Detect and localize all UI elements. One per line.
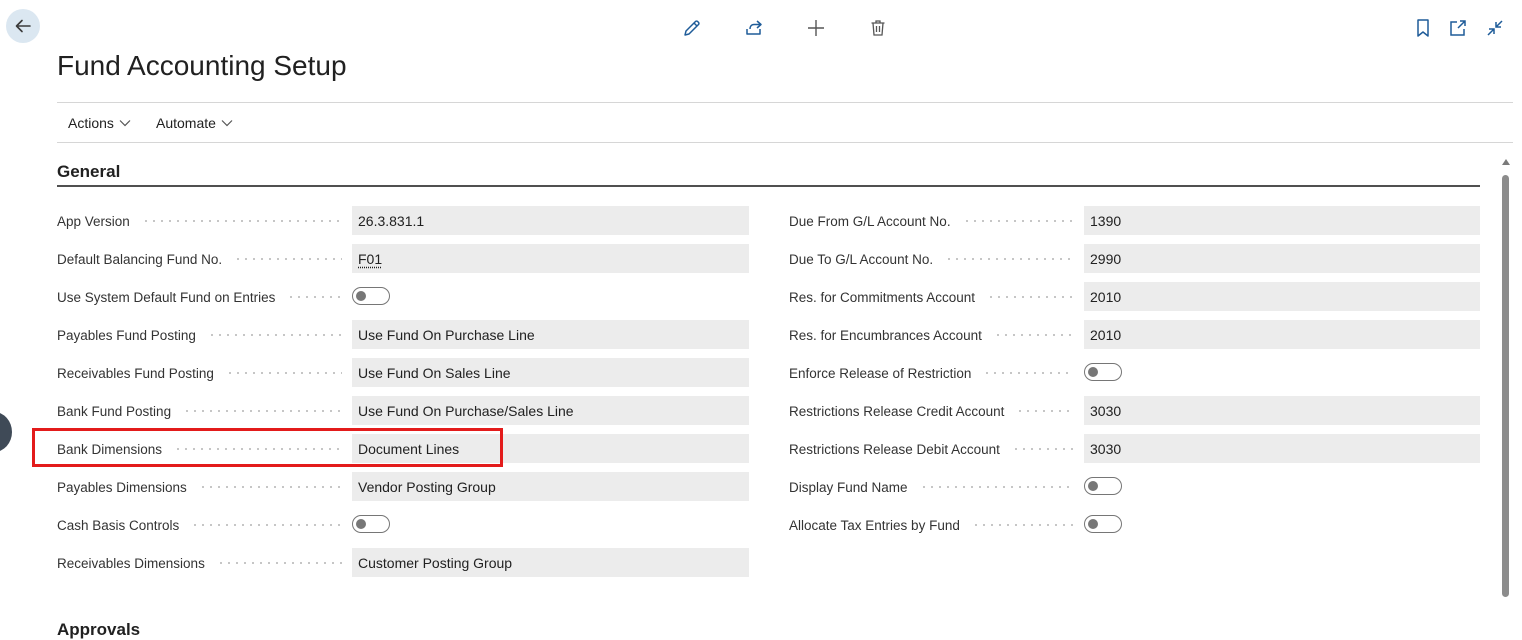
collapse-icon[interactable] (1483, 16, 1507, 40)
toggle-enforce-release[interactable] (1084, 363, 1122, 381)
field-label-bank-fund-posting: Bank Fund Posting (57, 401, 352, 421)
field-res-commitments[interactable]: 2010 (1084, 282, 1480, 311)
open-new-window-icon[interactable] (1446, 16, 1470, 40)
action-bar: Actions Automate (57, 102, 1513, 143)
edit-icon[interactable] (680, 16, 704, 40)
field-label-res-commitments: Res. for Commitments Account (789, 287, 1084, 307)
toggle-cash-basis-controls[interactable] (352, 515, 390, 533)
toggle-knob (1088, 519, 1098, 529)
field-label-receivables-fund-posting: Receivables Fund Posting (57, 363, 352, 383)
field-label-due-to-gl: Due To G/L Account No. (789, 249, 1084, 269)
share-icon[interactable] (742, 16, 766, 40)
field-label-release-debit: Restrictions Release Debit Account (789, 439, 1084, 459)
toggle-use-system-default-fund[interactable] (352, 287, 390, 305)
field-bank-fund-posting[interactable]: Use Fund On Purchase/Sales Line (352, 396, 749, 425)
field-label-payables-dimensions: Payables Dimensions (57, 477, 352, 497)
field-payables-dimensions[interactable]: Vendor Posting Group (352, 472, 749, 501)
toggle-knob (1088, 481, 1098, 491)
chevron-down-icon (221, 119, 233, 126)
field-label-display-fund-name: Display Fund Name (789, 477, 1084, 497)
delete-icon[interactable] (866, 16, 890, 40)
field-label-receivables-dimensions: Receivables Dimensions (57, 553, 352, 573)
toggle-allocate-tax[interactable] (1084, 515, 1122, 533)
field-label-res-encumbrances: Res. for Encumbrances Account (789, 325, 1084, 345)
field-label-use-system-default-fund: Use System Default Fund on Entries (57, 287, 352, 307)
page-title: Fund Accounting Setup (57, 50, 347, 81)
field-label-payables-fund-posting: Payables Fund Posting (57, 325, 352, 345)
field-release-debit[interactable]: 3030 (1084, 434, 1480, 463)
toggle-knob (356, 519, 366, 529)
field-payables-fund-posting[interactable]: Use Fund On Purchase Line (352, 320, 749, 349)
section-title-general[interactable]: General (57, 162, 120, 182)
field-default-balancing-fund[interactable]: F01 (352, 244, 749, 273)
automate-menu-label: Automate (156, 114, 216, 131)
field-res-encumbrances[interactable]: 2010 (1084, 320, 1480, 349)
back-button[interactable] (6, 9, 40, 43)
scrollbar-thumb[interactable] (1502, 175, 1509, 597)
field-label-app-version: App Version (57, 211, 352, 231)
field-bank-dimensions[interactable]: Document Lines (352, 434, 749, 463)
actions-menu[interactable]: Actions (68, 103, 131, 142)
chevron-down-icon (119, 119, 131, 126)
field-label-allocate-tax: Allocate Tax Entries by Fund (789, 515, 1084, 535)
field-due-from-gl[interactable]: 1390 (1084, 206, 1480, 235)
field-due-to-gl[interactable]: 2990 (1084, 244, 1480, 273)
field-label-release-credit: Restrictions Release Credit Account (789, 401, 1084, 421)
arrow-left-icon (15, 19, 31, 33)
actions-menu-label: Actions (68, 114, 114, 131)
field-label-enforce-release: Enforce Release of Restriction (789, 363, 1084, 383)
toggle-knob (1088, 367, 1098, 377)
field-label-bank-dimensions: Bank Dimensions (57, 439, 352, 459)
vertical-scrollbar[interactable] (1500, 155, 1512, 600)
field-label-cash-basis-controls: Cash Basis Controls (57, 515, 352, 535)
side-panel-handle[interactable] (0, 412, 12, 452)
field-receivables-dimensions[interactable]: Customer Posting Group (352, 548, 749, 577)
field-app-version[interactable]: 26.3.831.1 (352, 206, 749, 235)
field-release-credit[interactable]: 3030 (1084, 396, 1480, 425)
bookmark-icon[interactable] (1411, 16, 1435, 40)
section-divider (57, 185, 1480, 187)
field-label-due-from-gl: Due From G/L Account No. (789, 211, 1084, 231)
section-title-approvals[interactable]: Approvals (57, 620, 140, 640)
scroll-up-arrow-icon[interactable] (1502, 159, 1510, 165)
toggle-knob (356, 291, 366, 301)
automate-menu[interactable]: Automate (156, 103, 233, 142)
field-label-default-balancing-fund: Default Balancing Fund No. (57, 249, 352, 269)
field-receivables-fund-posting[interactable]: Use Fund On Sales Line (352, 358, 749, 387)
add-icon[interactable] (804, 16, 828, 40)
toggle-display-fund-name[interactable] (1084, 477, 1122, 495)
